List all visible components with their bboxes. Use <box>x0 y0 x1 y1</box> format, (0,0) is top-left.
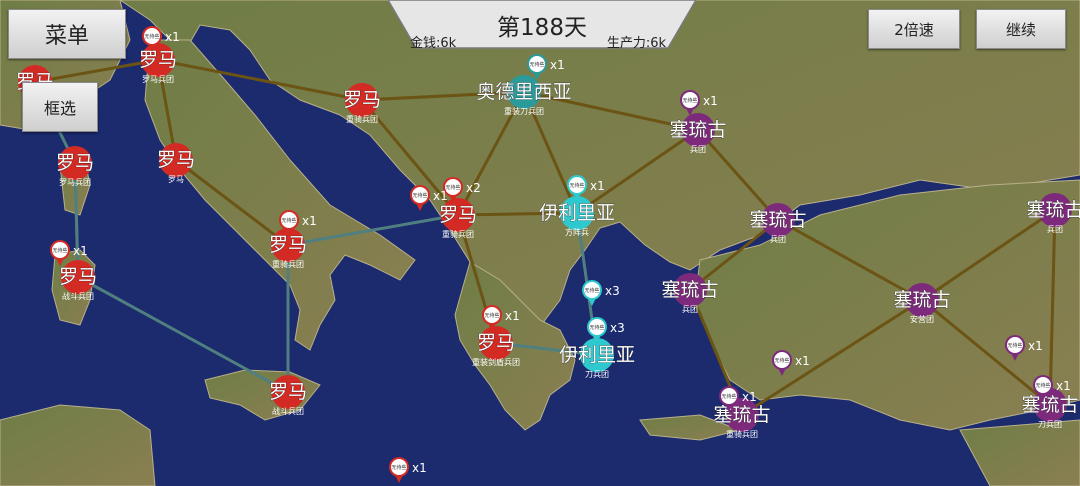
army-pin-label: 无待些 <box>1035 382 1050 389</box>
territory-name: 奥德里西亚 <box>476 81 571 103</box>
territory-garrison: 兵团 <box>682 304 698 314</box>
territory-rome-sicily[interactable]: 罗马战斗兵团 <box>269 375 307 416</box>
army-pin-label: 无待些 <box>484 312 499 319</box>
territory-name: 塞琉古 <box>661 279 718 301</box>
territory-garrison: 重骑兵团 <box>726 429 758 439</box>
territory-garrison: 方阵兵 <box>565 227 589 237</box>
army-count: x3 <box>605 284 620 298</box>
day-panel: 第188天 金钱:6k 生产力:6k <box>388 0 696 51</box>
territory-garrison: 安营团 <box>910 314 934 324</box>
territory-name: 罗马 <box>139 49 177 71</box>
army-count: x1 <box>550 58 565 72</box>
territory-garrison: 刀兵团 <box>1038 419 1062 429</box>
box-select-button[interactable]: 框选 <box>22 82 98 132</box>
continue-button[interactable]: 继续 <box>976 9 1066 49</box>
army-count: x1 <box>165 30 180 44</box>
territory-name: 塞琉古 <box>749 209 806 231</box>
strategy-map[interactable]: 罗马罗马罗马兵团罗马重骑兵团罗马罗马兵团罗马罗马罗马重骑兵团罗马战斗兵团罗马重骑… <box>0 0 1080 486</box>
territory-name: 罗马 <box>269 381 307 403</box>
territory-rome-albania[interactable]: 罗马重骑兵团 <box>439 198 477 239</box>
territory-rome-greece[interactable]: 罗马重装剑盾兵团 <box>472 326 520 367</box>
territory-rome-sardinia[interactable]: 罗马战斗兵团 <box>59 260 97 301</box>
territory-name: 伊利里亚 <box>539 202 615 224</box>
territory-rome-naples[interactable]: 罗马重骑兵团 <box>269 228 307 269</box>
menu-button[interactable]: 菜单 <box>8 9 126 59</box>
production-readout: 生产力:6k <box>606 36 666 51</box>
army-count: x1 <box>302 214 317 228</box>
army-pin-label: 无待些 <box>412 192 427 199</box>
army-count: x1 <box>795 354 810 368</box>
territory-rome-n[interactable]: 罗马罗马兵团 <box>139 43 177 84</box>
territory-name: 罗马 <box>269 234 307 256</box>
army-count: x1 <box>1028 339 1043 353</box>
territory-garrison: 战斗兵团 <box>272 406 304 416</box>
territory-name: 塞琉古 <box>713 404 770 426</box>
army-pin-label: 无待些 <box>589 324 604 331</box>
army-count: x1 <box>703 94 718 108</box>
army-count: x1 <box>590 179 605 193</box>
territory-name: 罗马 <box>439 204 477 226</box>
territory-garrison: 罗马兵团 <box>142 74 174 84</box>
territory-garrison: 战斗兵团 <box>62 291 94 301</box>
army-pin-label: 无待些 <box>391 464 406 471</box>
territory-name: 罗马 <box>56 152 94 174</box>
army-count: x1 <box>505 309 520 323</box>
territory-name: 罗马 <box>343 89 381 111</box>
army-count: x1 <box>412 461 427 475</box>
army-pin-label: 无待些 <box>682 97 697 104</box>
army-count: x1 <box>1056 379 1071 393</box>
army-count: x1 <box>433 189 448 203</box>
army-pin-label: 无待些 <box>721 393 736 400</box>
speed-button[interactable]: 2倍速 <box>868 9 960 49</box>
territory-name: 罗马 <box>59 266 97 288</box>
territory-name: 塞琉古 <box>1021 394 1078 416</box>
territory-name: 塞琉古 <box>893 289 950 311</box>
territory-rome-corsica[interactable]: 罗马罗马兵团 <box>56 146 94 187</box>
territory-rome-venice[interactable]: 罗马重骑兵团 <box>343 83 381 124</box>
army-count: x2 <box>466 181 481 195</box>
army-pin-label: 无待些 <box>52 247 67 254</box>
territory-garrison: 重骑兵团 <box>346 114 378 124</box>
territory-garrison: 重骑兵团 <box>272 259 304 269</box>
territory-garrison: 刀兵团 <box>585 369 609 379</box>
army-pin-label: 无待些 <box>569 182 584 189</box>
army-pin-label: 无待些 <box>281 217 296 224</box>
territory-name: 塞琉古 <box>1026 199 1080 221</box>
army-pin-label: 无待些 <box>774 357 789 364</box>
army-pin-label: 无待些 <box>529 61 544 68</box>
army-pin-label: 无待些 <box>1007 342 1022 349</box>
army-count: x3 <box>610 321 625 335</box>
territory-garrison: 重骑兵团 <box>442 229 474 239</box>
army-pin-label: 无待些 <box>584 287 599 294</box>
army-count: x1 <box>73 244 88 258</box>
money-readout: 金钱:6k <box>410 36 457 51</box>
territory-name: 罗马 <box>477 332 515 354</box>
territory-garrison: 兵团 <box>690 144 706 154</box>
territory-garrison: 罗马 <box>168 175 184 184</box>
territory-garrison: 重装刀兵团 <box>504 106 544 116</box>
territory-name: 伊利里亚 <box>559 344 635 366</box>
territory-garrison: 兵团 <box>770 234 786 244</box>
territory-garrison: 兵团 <box>1047 224 1063 234</box>
territory-name: 罗马 <box>157 149 195 171</box>
territory-garrison: 罗马兵团 <box>59 177 91 187</box>
territory-name: 塞琉古 <box>669 119 726 141</box>
army-pin-label: 无待些 <box>144 33 159 40</box>
army-count: x1 <box>742 390 757 404</box>
territory-garrison: 重装剑盾兵团 <box>472 357 520 367</box>
